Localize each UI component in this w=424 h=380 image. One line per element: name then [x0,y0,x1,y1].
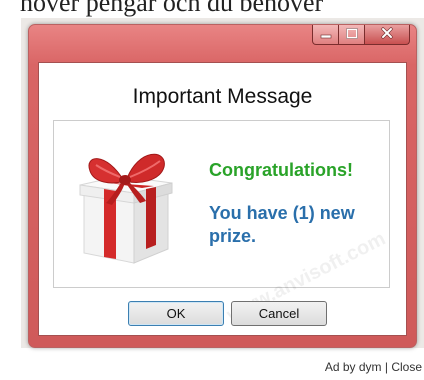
close-button[interactable] [365,25,410,45]
popup-window: Important Message Congratulations! You h… [28,24,417,348]
ad-footer: Ad by dym | Close [0,360,424,380]
close-icon [380,26,394,44]
minimize-button[interactable] [312,25,339,45]
dialog-title: Important Message [132,85,313,108]
minimize-icon [320,26,332,44]
congratulations-heading: Congratulations! [209,160,353,180]
maximize-button[interactable] [339,25,365,45]
gift-box-icon [76,141,176,266]
window-controls [312,25,410,45]
background-page-text: hover pengar och du behöver [20,0,324,17]
cancel-button[interactable]: Cancel [231,301,327,326]
maximize-icon [345,26,358,44]
ok-button[interactable]: OK [128,301,224,326]
ad-attribution-link[interactable]: Ad by dym | Close [325,360,422,374]
dialog-body: Important Message Congratulations! You h… [38,62,407,336]
